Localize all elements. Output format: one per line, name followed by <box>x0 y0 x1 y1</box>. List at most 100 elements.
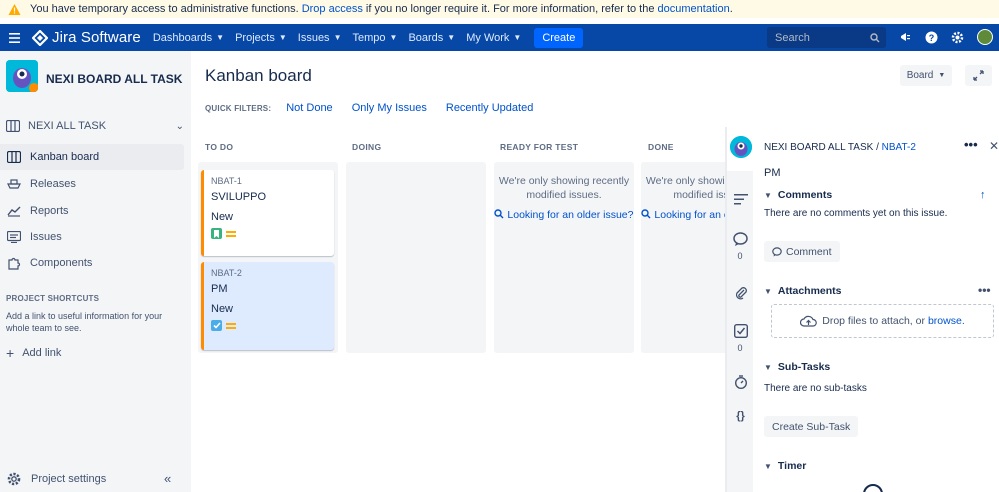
attachments-more-icon[interactable]: ••• <box>978 283 991 297</box>
nav-issues[interactable]: Issues ▼ <box>298 32 342 44</box>
empty-column-message: We're only showing recently modified iss… <box>498 175 630 201</box>
chevron-down-icon: ▼ <box>764 461 772 471</box>
add-link-button[interactable]: + Add link <box>6 345 61 361</box>
create-subtask-button[interactable]: Create Sub-Task <box>764 416 859 437</box>
code-braces-icon[interactable]: {} <box>733 408 748 423</box>
issues-icon <box>6 229 22 245</box>
subtasks-empty-text: There are no sub-tasks <box>764 383 867 394</box>
hamburger-menu-icon[interactable] <box>0 32 28 43</box>
puzzle-icon <box>6 255 22 271</box>
issue-summary[interactable]: PM <box>764 167 781 179</box>
nav-boards[interactable]: Boards ▼ <box>408 32 455 44</box>
user-avatar[interactable] <box>977 29 993 45</box>
sidebar-item-label: Components <box>30 257 93 269</box>
chevron-down-icon: ▼ <box>764 286 772 296</box>
browse-link[interactable]: browse. <box>928 315 965 327</box>
warning-icon <box>8 3 21 16</box>
sidebar-item-kanban-board[interactable]: Kanban board <box>0 144 184 170</box>
megaphone-icon[interactable] <box>898 30 912 44</box>
checklist-icon[interactable] <box>733 323 748 338</box>
comment-button-label: Comment <box>786 245 832 258</box>
settings-gear-icon[interactable] <box>950 30 964 44</box>
comments-count: 0 <box>737 251 743 261</box>
filter-recently-updated[interactable]: Recently Updated <box>446 102 533 114</box>
checklist-count: 0 <box>737 343 743 353</box>
search-input[interactable]: Search <box>767 27 886 48</box>
sort-arrow-up-icon[interactable]: ↑ <box>980 189 986 201</box>
shortcuts-description: Add a link to useful information for you… <box>6 311 163 333</box>
chevron-down-icon: ▼ <box>389 33 398 42</box>
search-icon <box>494 209 504 219</box>
comment-icon[interactable] <box>733 231 748 246</box>
sidebar-item-label: Issues <box>30 231 62 243</box>
sidebar-item-components[interactable]: Components <box>0 250 184 276</box>
timer-section-toggle[interactable]: ▼ Timer <box>764 460 806 472</box>
attachment-drop-zone[interactable]: Drop files to attach, or browse. <box>771 304 994 338</box>
quick-filters: QUICK FILTERS: Not Done Only My Issues R… <box>205 102 552 114</box>
documentation-link[interactable]: documentation <box>658 3 730 15</box>
project-settings-link[interactable]: Project settings <box>6 471 106 487</box>
breadcrumb-project[interactable]: NEXI BOARD ALL TASK <box>764 142 873 153</box>
close-icon[interactable]: ✕ <box>989 139 999 153</box>
search-icon <box>870 32 880 42</box>
issue-card[interactable]: NBAT-1 SVILUPPO New <box>201 170 334 256</box>
project-avatar[interactable] <box>6 60 38 92</box>
column-done: We're only showing recently modified iss… <box>641 162 731 353</box>
breadcrumb-issue-key[interactable]: NBAT-2 <box>882 142 916 153</box>
nav-projects[interactable]: Projects ▼ <box>235 32 287 44</box>
column-header-doing: DOING <box>352 142 382 152</box>
column-header-ready-for-test: READY FOR TEST <box>500 142 579 152</box>
subtasks-title: Sub-Tasks <box>777 361 831 373</box>
attachment-icon[interactable] <box>733 285 748 300</box>
column-ready-for-test: We're only showing recently modified iss… <box>494 162 634 353</box>
timer-control-icon[interactable] <box>863 484 883 492</box>
project-avatar <box>730 136 752 158</box>
create-button[interactable]: Create <box>534 27 584 48</box>
older-issue-link[interactable]: Looking for an older issue? <box>641 208 731 222</box>
ship-icon <box>6 176 22 192</box>
task-icon <box>211 320 222 331</box>
filter-not-done[interactable]: Not Done <box>286 102 332 114</box>
jira-logo[interactable]: Jira Software <box>32 29 141 46</box>
issue-status: New <box>211 303 234 315</box>
chevron-down-icon: ⌄ <box>175 120 184 132</box>
sidebar-item-issues[interactable]: Issues <box>0 224 184 250</box>
filter-only-my-issues[interactable]: Only My Issues <box>352 102 427 114</box>
sidebar-item-releases[interactable]: Releases <box>0 171 184 197</box>
jira-logo-icon <box>32 29 48 46</box>
chevron-down-icon: ▼ <box>333 33 342 42</box>
nav-my-work[interactable]: My Work ▼ <box>466 32 521 44</box>
plus-icon: + <box>6 345 15 361</box>
board-selector[interactable]: NEXI ALL TASK ⌄ <box>6 117 184 135</box>
priority-medium-icon <box>226 322 236 329</box>
column-todo: NBAT-1 SVILUPPO New NBAT-2 PM New <box>198 162 338 353</box>
timer-title: Timer <box>777 460 807 472</box>
older-issue-link[interactable]: Looking for an older issue? <box>494 208 634 222</box>
collapse-sidebar-icon[interactable]: « <box>164 471 171 486</box>
comments-empty-text: There are no comments yet on this issue. <box>764 208 948 219</box>
help-icon[interactable]: ? <box>924 30 938 44</box>
nav-tempo[interactable]: Tempo ▼ <box>352 32 397 44</box>
comments-section-toggle[interactable]: ▼ Comments <box>764 189 832 201</box>
comments-title: Comments <box>777 189 833 201</box>
sidebar-item-reports[interactable]: Reports <box>0 198 184 224</box>
attachments-section-toggle[interactable]: ▼ Attachments <box>764 285 842 297</box>
subtasks-section-toggle[interactable]: ▼ Sub-Tasks <box>764 361 830 373</box>
details-lines-icon[interactable] <box>733 192 748 207</box>
more-actions-icon[interactable]: ••• <box>964 137 978 152</box>
chevron-down-icon: ▼ <box>938 72 946 79</box>
attachments-title: Attachments <box>777 285 842 297</box>
comment-button[interactable]: Comment <box>764 241 840 262</box>
banner-text-after: . <box>729 3 733 15</box>
issue-card[interactable]: NBAT-2 PM New <box>201 262 334 350</box>
drop-access-link[interactable]: Drop access <box>302 3 363 15</box>
board-menu-button[interactable]: Board ▼ <box>900 65 952 86</box>
cloud-upload-icon <box>800 315 818 327</box>
fullscreen-button[interactable] <box>965 65 992 86</box>
timer-icon[interactable] <box>733 374 748 389</box>
breadcrumb-separator: / <box>876 142 879 153</box>
nav-dashboards[interactable]: Dashboards ▼ <box>153 32 224 44</box>
sidebar-item-label: Reports <box>30 205 69 217</box>
chevron-down-icon: ▼ <box>513 33 522 42</box>
project-sidebar: NEXI BOARD ALL TASK NEXI ALL TASK ⌄ Kanb… <box>0 51 191 492</box>
